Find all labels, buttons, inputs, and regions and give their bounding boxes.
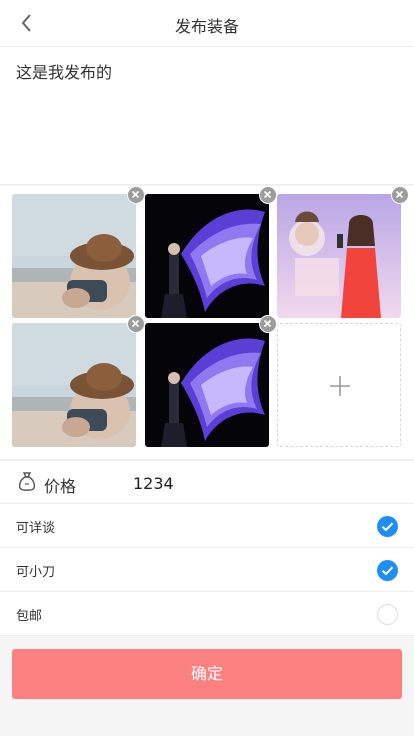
- checkbox-free-shipping[interactable]: [377, 604, 398, 625]
- description-input[interactable]: 这是我发布的: [0, 47, 414, 184]
- description-area: 这是我发布的: [0, 47, 414, 185]
- photo-singer-red-dress[interactable]: [277, 194, 401, 318]
- remove-photo-4-button[interactable]: [127, 315, 145, 333]
- close-icon: [263, 319, 272, 328]
- photo-grid: [0, 186, 414, 459]
- remove-photo-5-button[interactable]: [259, 315, 277, 333]
- remove-photo-2-button[interactable]: [259, 186, 277, 204]
- add-photo-button[interactable]: [277, 323, 401, 447]
- price-row: 价格: [0, 460, 414, 504]
- close-icon: [131, 190, 140, 199]
- nav-bar: 发布装备: [0, 0, 414, 47]
- remove-photo-3-button[interactable]: [391, 186, 409, 204]
- option-bargain[interactable]: 可小刀: [0, 548, 414, 592]
- page-title: 发布装备: [174, 17, 239, 36]
- remove-photo-1-button[interactable]: [127, 186, 145, 204]
- option-negotiable[interactable]: 可详谈: [0, 504, 414, 548]
- option-label: 可小刀: [16, 565, 56, 580]
- option-label: 可详谈: [16, 521, 56, 536]
- checkmark-icon: [381, 566, 394, 576]
- close-icon: [131, 319, 140, 328]
- checkbox-bargain[interactable]: [377, 560, 398, 581]
- checkbox-negotiable[interactable]: [377, 516, 398, 537]
- price-label: 价格: [44, 477, 77, 496]
- photo-singer-stage[interactable]: [145, 194, 269, 318]
- price-input[interactable]: [133, 471, 383, 495]
- checkmark-icon: [381, 522, 394, 532]
- option-label: 包邮: [16, 609, 43, 624]
- confirm-button[interactable]: 确定: [12, 649, 402, 699]
- plus-icon: [330, 376, 350, 396]
- close-icon: [263, 190, 272, 199]
- photo-child-hat[interactable]: [12, 194, 136, 318]
- photo-singer-stage[interactable]: [145, 323, 269, 447]
- photo-child-hat[interactable]: [12, 323, 136, 447]
- close-icon: [395, 190, 404, 199]
- option-free-shipping[interactable]: 包邮: [0, 592, 414, 636]
- money-bag-icon: [18, 472, 36, 491]
